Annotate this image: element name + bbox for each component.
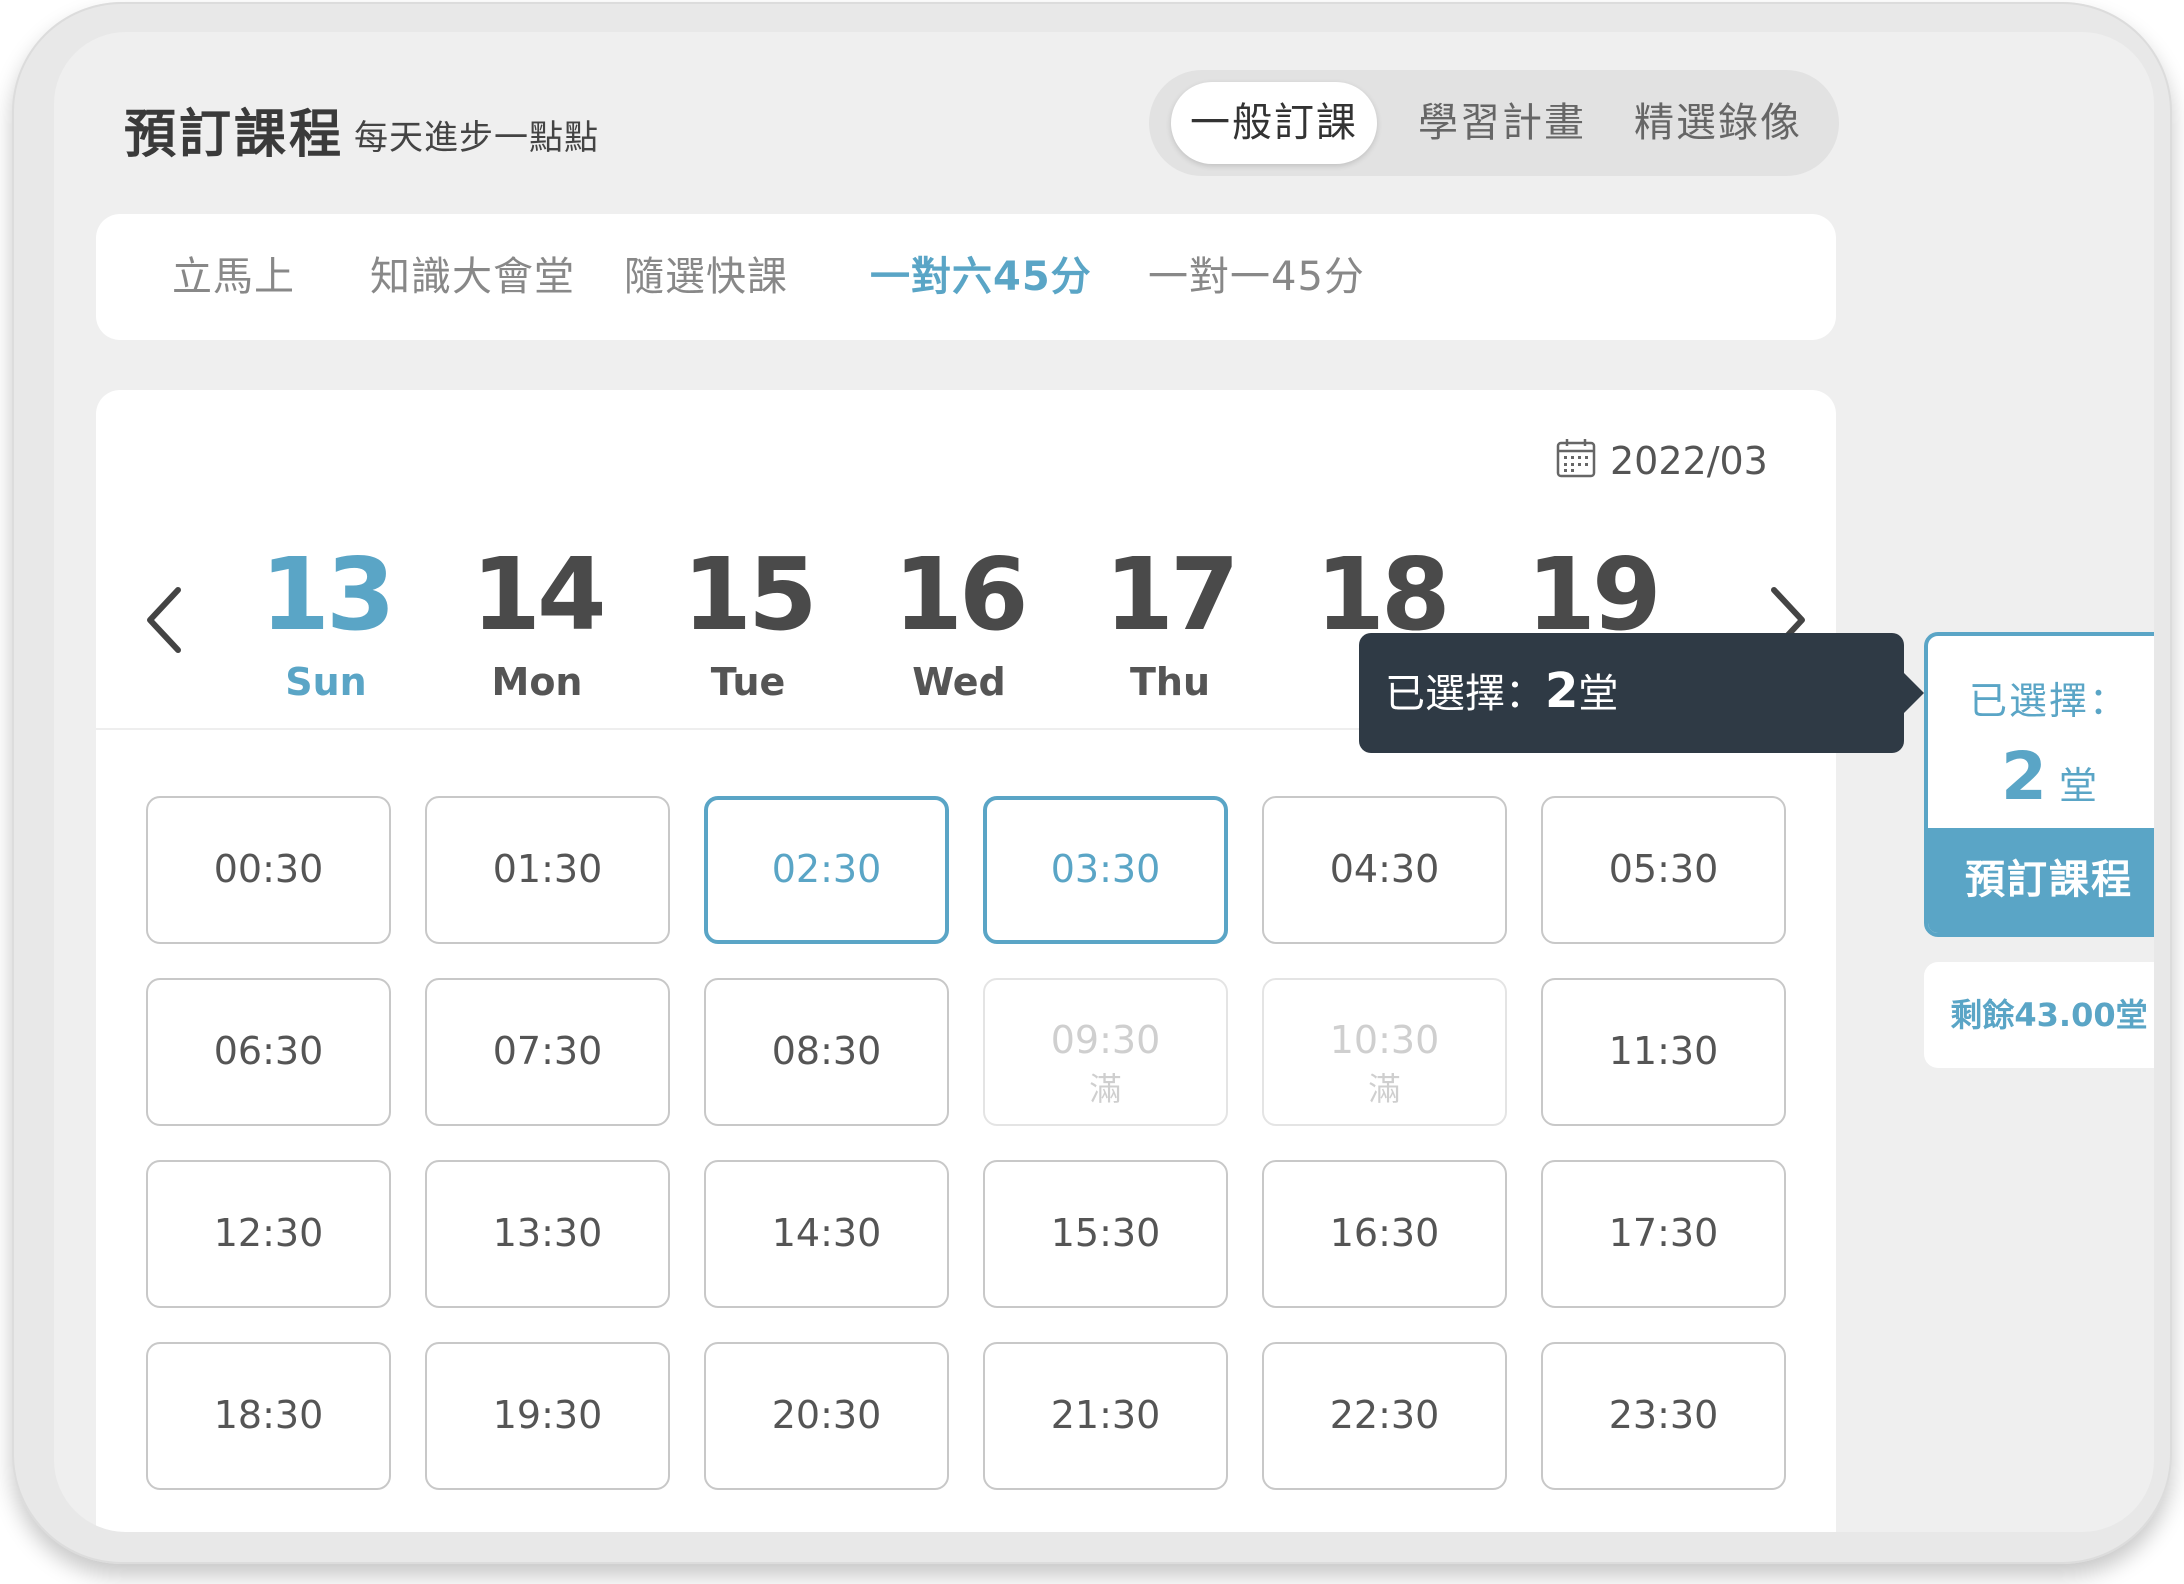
time-slot[interactable]: 07:30 — [425, 978, 670, 1126]
date-17[interactable]: 17 Thu — [1080, 536, 1260, 705]
date-14[interactable]: 14 Mon — [447, 536, 627, 705]
slot-time: 17:30 — [1608, 1211, 1719, 1255]
slot-time: 11:30 — [1608, 1029, 1719, 1073]
slot-time: 18:30 — [213, 1393, 324, 1437]
tab-one-to-one-45[interactable]: 一對一45分 — [1148, 214, 1365, 340]
time-slot[interactable]: 15:30 — [983, 1160, 1228, 1308]
slot-time: 22:30 — [1329, 1393, 1440, 1437]
time-slot[interactable]: 11:30 — [1541, 978, 1786, 1126]
selection-summary-card: 已選擇： 2堂 預訂課程 — [1924, 632, 2154, 937]
selection-tooltip: 已選擇：2堂 — [1359, 633, 1924, 753]
time-slot[interactable]: 12:30 — [146, 1160, 391, 1308]
date-number: 14 — [471, 536, 606, 653]
time-slot[interactable]: 16:30 — [1262, 1160, 1507, 1308]
remaining-credits: 剩餘43.00堂 — [1924, 962, 2154, 1068]
time-slot[interactable]: 00:30 — [146, 796, 391, 944]
date-15[interactable]: 15 Tue — [658, 536, 838, 705]
segment-learning-plan[interactable]: 學習計畫 — [1399, 82, 1605, 164]
slot-full-label: 滿 — [1368, 1070, 1401, 1108]
date-13[interactable]: 13 Sun — [236, 536, 416, 705]
slot-time: 15:30 — [1050, 1211, 1161, 1255]
time-slot-selected[interactable]: 02:30 — [704, 796, 949, 944]
tab-one-to-six-45[interactable]: 一對六45分 — [870, 214, 1092, 340]
app-screen: 預訂課程 每天進步一點點 一般訂課 學習計畫 精選錄像 立馬上 知識大會堂 隨選… — [54, 32, 2154, 1532]
page-subtitle: 每天進步一點點 — [354, 118, 599, 158]
time-slot[interactable]: 18:30 — [146, 1342, 391, 1490]
tab-instant[interactable]: 立馬上 — [172, 214, 295, 340]
slot-time: 14:30 — [771, 1211, 882, 1255]
summary-label: 已選擇： — [1968, 679, 2129, 723]
date-number: 17 — [1104, 536, 1239, 653]
schedule-panel: 2022/03 13 Sun 14 Mon 15 Tue 16 Wed 17 T… — [96, 390, 1836, 1532]
tooltip-label: 已選擇： — [1385, 671, 1545, 717]
book-course-button[interactable]: 預訂課程 — [1928, 828, 2154, 933]
time-slot[interactable]: 05:30 — [1541, 796, 1786, 944]
tooltip-count: 2 — [1545, 663, 1579, 719]
time-slot[interactable]: 23:30 — [1541, 1342, 1786, 1490]
slot-time: 23:30 — [1608, 1393, 1719, 1437]
date-number: 15 — [682, 536, 817, 653]
segment-featured-recordings[interactable]: 精選錄像 — [1615, 82, 1821, 164]
date-number: 16 — [893, 536, 1028, 653]
time-slot-selected[interactable]: 03:30 — [983, 796, 1228, 944]
slot-time: 06:30 — [213, 1029, 324, 1073]
time-slot[interactable]: 19:30 — [425, 1342, 670, 1490]
tooltip-text: 已選擇：2堂 — [1385, 661, 1618, 719]
slot-time: 05:30 — [1608, 847, 1719, 891]
slot-time: 00:30 — [213, 847, 324, 891]
segment-general-booking[interactable]: 一般訂課 — [1171, 82, 1377, 164]
time-slot-full: 09:30 滿 — [983, 978, 1228, 1126]
slot-full-label: 滿 — [1089, 1070, 1122, 1108]
time-slot[interactable]: 14:30 — [704, 1160, 949, 1308]
time-slot[interactable]: 21:30 — [983, 1342, 1228, 1490]
time-slot[interactable]: 06:30 — [146, 978, 391, 1126]
slot-time: 09:30 — [1050, 1018, 1161, 1062]
date-16[interactable]: 16 Wed — [869, 536, 1049, 705]
time-slot[interactable]: 20:30 — [704, 1342, 949, 1490]
date-weekday: Thu — [1129, 660, 1211, 704]
time-slot[interactable]: 22:30 — [1262, 1342, 1507, 1490]
time-slot[interactable]: 04:30 — [1262, 796, 1507, 944]
slot-time: 01:30 — [492, 847, 603, 891]
summary-count-number: 2 — [2001, 738, 2047, 815]
slot-time: 02:30 — [771, 847, 882, 891]
device-frame: 預訂課程 每天進步一點點 一般訂課 學習計畫 精選錄像 立馬上 知識大會堂 隨選… — [12, 2, 2172, 1564]
mode-segmented-control: 一般訂課 學習計畫 精選錄像 — [1149, 70, 1839, 176]
slot-time: 07:30 — [492, 1029, 603, 1073]
date-number: 13 — [260, 536, 395, 653]
course-type-tabs: 立馬上 知識大會堂 隨選快課 一對六45分 一對一45分 — [96, 214, 1836, 340]
summary-count-unit: 堂 — [2058, 764, 2097, 808]
month-label: 2022/03 — [1610, 439, 1768, 483]
slot-time: 04:30 — [1329, 847, 1440, 891]
slot-time: 03:30 — [1050, 847, 1161, 891]
date-weekday: Sun — [285, 660, 367, 704]
slot-time: 08:30 — [771, 1029, 882, 1073]
month-picker[interactable]: 2022/03 — [1556, 438, 1768, 483]
time-slot[interactable]: 17:30 — [1541, 1160, 1786, 1308]
tab-knowledge-hall[interactable]: 知識大會堂 — [370, 214, 575, 340]
date-weekday: Mon — [491, 660, 583, 704]
tab-on-demand[interactable]: 隨選快課 — [624, 214, 788, 340]
tooltip-unit: 堂 — [1578, 671, 1619, 717]
time-slot[interactable]: 08:30 — [704, 978, 949, 1126]
slot-time: 13:30 — [492, 1211, 603, 1255]
slot-time: 10:30 — [1329, 1018, 1440, 1062]
time-slot[interactable]: 01:30 — [425, 796, 670, 944]
page-title: 預訂課程 — [124, 105, 345, 165]
tooltip-pointer — [1904, 673, 1924, 713]
calendar-icon — [1556, 439, 1596, 478]
slot-time: 20:30 — [771, 1393, 882, 1437]
slot-time: 21:30 — [1050, 1393, 1161, 1437]
slot-time: 19:30 — [492, 1393, 603, 1437]
time-slot-full: 10:30 滿 — [1262, 978, 1507, 1126]
summary-count: 2堂 — [1928, 738, 2154, 815]
chevron-left-icon[interactable] — [136, 580, 196, 660]
date-weekday: Wed — [912, 660, 1006, 704]
date-weekday: Tue — [710, 660, 786, 704]
slot-time: 16:30 — [1329, 1211, 1440, 1255]
slot-time: 12:30 — [213, 1211, 324, 1255]
time-slot[interactable]: 13:30 — [425, 1160, 670, 1308]
